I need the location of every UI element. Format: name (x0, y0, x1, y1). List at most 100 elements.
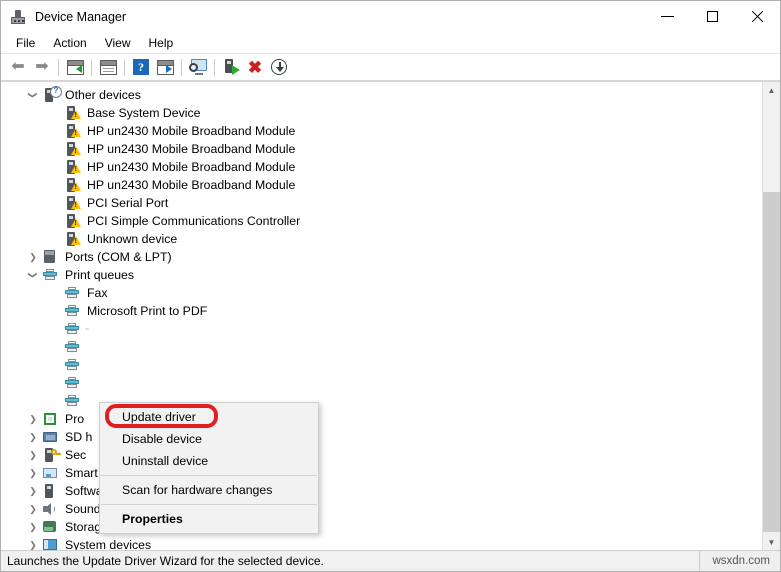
context-menu-separator (101, 475, 317, 476)
status-text: Launches the Update Driver Wizard for th… (7, 554, 324, 568)
chevron-right-icon[interactable]: ❯ (25, 446, 41, 464)
menu-action[interactable]: Action (44, 34, 95, 52)
tree-row[interactable]: Microsoft Print to PDF (1, 302, 761, 320)
show-hide-console-tree-button[interactable] (63, 56, 87, 79)
printer-icon (63, 320, 81, 338)
sound-icon (41, 500, 59, 518)
warning-device-icon (63, 158, 81, 176)
tree-row[interactable] (1, 374, 761, 392)
disable-device-icon (271, 59, 287, 75)
security-device-icon (41, 446, 61, 464)
uninstall-device-button[interactable]: ✖ (243, 56, 267, 79)
tree-row[interactable]: PCI Serial Port (1, 194, 761, 212)
title-bar: Device Manager (1, 1, 780, 32)
menu-file[interactable]: File (7, 34, 44, 52)
uninstall-device-icon: ✖ (247, 57, 263, 77)
watermark: wsxdn.com (699, 550, 780, 571)
tree-row[interactable]: HP un2430 Mobile Broadband Module (1, 158, 761, 176)
scan-for-hardware-changes-icon (188, 59, 208, 75)
printer-icon (63, 374, 81, 392)
menu-help[interactable]: Help (140, 34, 183, 52)
tree-row[interactable]: HP un2430 Mobile Broadband Module (1, 140, 761, 158)
tree-row-label: SD h (65, 430, 93, 444)
tree-row[interactable] (1, 356, 761, 374)
vertical-scrollbar[interactable]: ▲ ▼ (762, 82, 780, 551)
context-menu-item[interactable]: Properties (100, 508, 318, 530)
help-button[interactable]: ? (129, 56, 153, 79)
chevron-right-icon[interactable]: ❯ (25, 482, 41, 500)
tree-row[interactable]: Unknown device (1, 230, 761, 248)
context-menu-item[interactable]: Update driver (100, 406, 318, 428)
tree-row[interactable]: ❯ System devices (1, 536, 761, 551)
back-button[interactable]: ⬅ (6, 56, 30, 79)
context-menu-item[interactable]: Disable device (100, 428, 318, 450)
tree-row[interactable]: ❯? Other devices (1, 86, 761, 104)
tree-row[interactable] (1, 338, 761, 356)
tree-row[interactable]: HP un2430 Mobile Broadband Module (1, 176, 761, 194)
tree-row-label: HP un2430 Mobile Broadband Module (87, 142, 296, 156)
warning-device-icon (63, 104, 81, 122)
warning-device-icon (63, 212, 81, 230)
sd-host-adapter-icon (41, 428, 59, 446)
show-hide-console-tree-icon (66, 59, 84, 75)
show-hide-action-pane-button[interactable] (153, 56, 177, 79)
device-manager-window: Device Manager File Action View Help ⬅ ➡ (0, 0, 781, 572)
toolbar-separator (214, 58, 215, 76)
toolbar-separator (58, 58, 59, 76)
scroll-down-button[interactable]: ▼ (763, 534, 780, 551)
chevron-right-icon[interactable]: ❯ (25, 248, 41, 266)
chevron-down-icon[interactable]: ❯ (24, 267, 42, 283)
context-menu-item[interactable]: Scan for hardware changes (100, 479, 318, 501)
tree-row[interactable]: Base System Device (1, 104, 761, 122)
menu-view[interactable]: View (96, 34, 140, 52)
chevron-down-icon[interactable]: ❯ (24, 87, 42, 103)
warning-device-icon (63, 122, 81, 140)
scrollbar-thumb[interactable] (763, 192, 780, 532)
context-menu[interactable]: Update driver Disable device Uninstall dev… (99, 402, 319, 534)
maximize-icon (707, 11, 718, 22)
software-device-icon (41, 482, 59, 500)
storage-controller-icon (41, 518, 59, 536)
properties-icon (99, 59, 117, 75)
minimize-icon (661, 16, 674, 17)
help-icon: ? (133, 59, 149, 75)
chevron-right-icon[interactable]: ❯ (25, 536, 41, 551)
smart-card-reader-icon (41, 464, 59, 482)
tree-row[interactable]: HP un2430 Mobile Broadband Module (1, 122, 761, 140)
printer-icon (41, 266, 59, 284)
tree-row-label: HP un2430 Mobile Broadband Module (87, 160, 296, 174)
minimize-button[interactable] (645, 1, 690, 32)
tree-row[interactable] (1, 320, 761, 338)
warning-device-icon (63, 176, 81, 194)
update-driver-button[interactable] (219, 56, 243, 79)
chevron-right-icon[interactable]: ❯ (25, 518, 41, 536)
chevron-right-icon[interactable]: ❯ (25, 464, 41, 482)
scroll-up-button[interactable]: ▲ (763, 82, 780, 99)
tree-row[interactable]: ❯ Ports (COM & LPT) (1, 248, 761, 266)
toolbar-separator (181, 58, 182, 76)
tree-row-label: HP un2430 Mobile Broadband Module (87, 178, 296, 192)
printer-icon (63, 302, 81, 320)
properties-button[interactable] (96, 56, 120, 79)
context-menu-item[interactable]: Uninstall device (100, 450, 318, 472)
scan-for-hardware-changes-button[interactable] (186, 56, 210, 79)
tree-row-label: Base System Device (87, 106, 201, 120)
chevron-right-icon[interactable]: ❯ (25, 428, 41, 446)
disable-device-button[interactable] (267, 56, 291, 79)
update-driver-icon (223, 59, 240, 75)
tree-row[interactable]: PCI Simple Communications Controller (1, 212, 761, 230)
maximize-button[interactable] (690, 1, 735, 32)
toolbar-separator (91, 58, 92, 76)
tree-row[interactable]: Fax (1, 284, 761, 302)
close-button[interactable] (735, 1, 780, 32)
forward-button[interactable]: ➡ (30, 56, 54, 79)
tree-row-label: Pro (65, 412, 85, 426)
tree-row[interactable]: ❯ Print queues (1, 266, 761, 284)
chevron-right-icon[interactable]: ❯ (25, 500, 41, 518)
chevron-right-icon[interactable]: ❯ (25, 410, 41, 428)
